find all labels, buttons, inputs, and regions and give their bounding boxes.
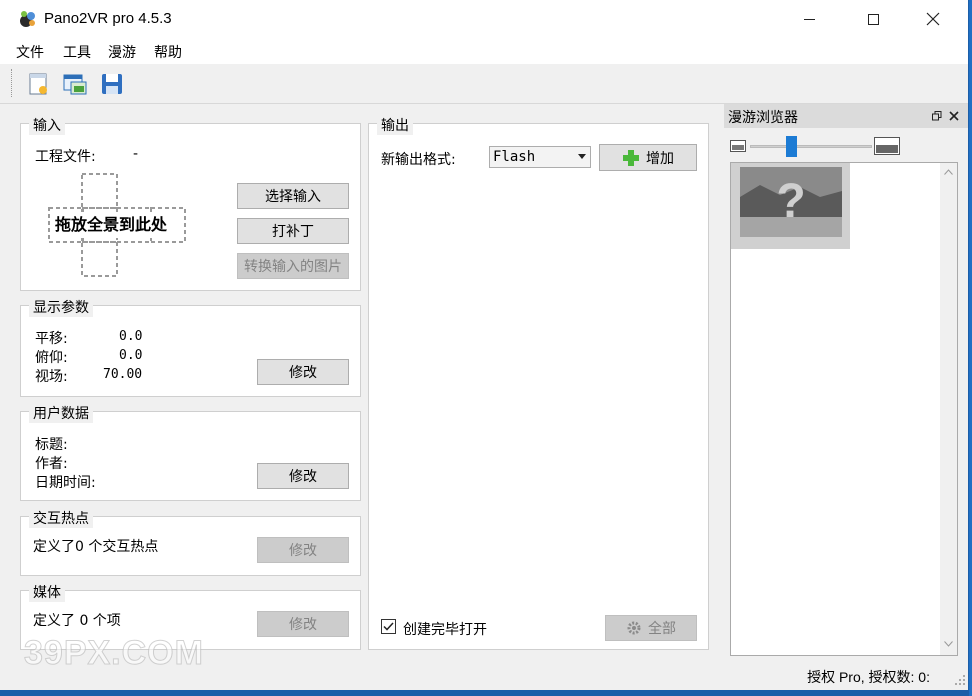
checkmark-icon xyxy=(383,622,394,631)
user-data-group: 用户数据 标题: 作者: 日期时间: 修改 xyxy=(20,403,361,501)
add-output-button[interactable]: 增加 xyxy=(599,144,697,171)
user-data-title: 用户数据 xyxy=(29,403,93,423)
license-status: 授权 Pro, 授权数: 0: xyxy=(807,669,930,685)
toolbar-grip[interactable] xyxy=(11,69,14,97)
thumbnail-size-slider[interactable] xyxy=(750,145,872,148)
datetime-field-label: 日期时间: xyxy=(35,475,96,491)
display-params-title: 显示参数 xyxy=(29,297,93,317)
drop-zone-text: 拖放全景到此处 xyxy=(55,215,168,234)
maximize-icon xyxy=(867,13,879,25)
scroll-up-icon[interactable] xyxy=(944,169,953,175)
tour-list-scrollbar[interactable] xyxy=(940,163,957,655)
patch-button[interactable]: 打补丁 xyxy=(237,218,349,244)
hotspots-group: 交互热点 定义了0 个交互热点 修改 xyxy=(20,508,361,576)
input-group-title: 输入 xyxy=(29,115,65,135)
tilt-label: 俯仰: xyxy=(35,350,68,366)
media-modify-button[interactable]: 修改 xyxy=(257,611,349,637)
input-group: 输入 工程文件: - 拖放全景到此处 选择输入 打补丁 转换输入的图片 xyxy=(20,115,361,291)
title-bar[interactable]: Pano2VR pro 4.5.3 xyxy=(0,0,968,38)
build-all-label: 全部 xyxy=(648,621,676,637)
output-title: 输出 xyxy=(377,115,413,135)
small-thumbnail-icon xyxy=(730,140,746,152)
media-summary: 定义了 0 个项 xyxy=(33,613,121,629)
toolbar xyxy=(0,64,968,104)
fov-label: 视场: xyxy=(35,369,68,385)
fov-value: 70.00 xyxy=(103,367,143,382)
maximize-button[interactable] xyxy=(850,0,896,38)
float-panel-icon[interactable] xyxy=(932,111,942,121)
build-all-button[interactable]: 全部 xyxy=(605,615,697,641)
resize-grip-icon[interactable] xyxy=(954,674,966,686)
app-window: Pano2VR pro 4.5.3 文件 工具 漫游 帮助 输入 工程文件: -… xyxy=(0,0,968,690)
display-params-group: 显示参数 平移: 0.0 俯仰: 0.0 视场: 70.00 修改 xyxy=(20,297,361,397)
menu-file[interactable]: 文件 xyxy=(16,42,44,62)
menu-help[interactable]: 帮助 xyxy=(154,42,182,62)
tour-browser-title: 漫游浏览器 xyxy=(728,110,798,126)
convert-input-button[interactable]: 转换输入的图片 xyxy=(237,253,349,279)
menu-tour[interactable]: 漫游 xyxy=(108,42,136,62)
title-field-label: 标题: xyxy=(35,437,68,453)
display-modify-button[interactable]: 修改 xyxy=(257,359,349,385)
tour-node-item[interactable]: ? xyxy=(731,163,850,249)
close-button[interactable] xyxy=(910,0,956,38)
close-icon xyxy=(926,12,940,26)
pan-label: 平移: xyxy=(35,331,68,347)
select-input-button[interactable]: 选择输入 xyxy=(237,183,349,209)
large-thumbnail-icon xyxy=(874,137,900,155)
menu-tools[interactable]: 工具 xyxy=(63,42,91,62)
tour-browser-header: 漫游浏览器 xyxy=(724,104,968,128)
author-field-label: 作者: xyxy=(35,456,68,472)
app-logo-icon xyxy=(20,11,35,27)
menu-bar: 文件 工具 漫游 帮助 xyxy=(0,38,968,64)
minimize-icon xyxy=(803,18,815,20)
close-panel-icon[interactable] xyxy=(949,111,959,121)
output-format-value: Flash xyxy=(493,149,536,165)
slider-thumb[interactable] xyxy=(786,136,797,157)
open-project-icon[interactable] xyxy=(62,71,88,97)
pan-value: 0.0 xyxy=(119,329,143,344)
output-format-select[interactable]: Flash xyxy=(489,146,591,168)
tour-node-list[interactable]: ? xyxy=(730,162,958,656)
chevron-down-icon xyxy=(578,154,586,159)
userdata-modify-button[interactable]: 修改 xyxy=(257,463,349,489)
save-icon[interactable] xyxy=(99,71,125,97)
media-title: 媒体 xyxy=(29,582,65,602)
svg-text:?: ? xyxy=(776,175,805,228)
gear-icon xyxy=(627,621,641,635)
hotspots-summary: 定义了0 个交互热点 xyxy=(33,539,159,555)
new-project-icon[interactable] xyxy=(26,71,52,97)
scroll-down-icon[interactable] xyxy=(944,641,953,647)
output-format-label: 新输出格式: xyxy=(381,152,456,168)
add-output-label: 增加 xyxy=(646,150,674,167)
plus-icon xyxy=(623,149,639,166)
window-title: Pano2VR pro 4.5.3 xyxy=(44,10,172,27)
tilt-value: 0.0 xyxy=(119,348,143,363)
project-file-label: 工程文件: xyxy=(35,149,96,165)
hotspots-modify-button[interactable]: 修改 xyxy=(257,537,349,563)
open-after-checkbox[interactable] xyxy=(381,619,396,634)
open-after-label: 创建完毕打开 xyxy=(403,622,487,638)
minimize-button[interactable] xyxy=(786,0,832,38)
hotspots-title: 交互热点 xyxy=(29,508,93,528)
watermark: 39PX.COM xyxy=(24,634,204,673)
main-pane: 输入 工程文件: - 拖放全景到此处 选择输入 打补丁 转换输入的图片 显示参数… xyxy=(8,106,720,662)
project-file-value: - xyxy=(133,146,139,162)
tour-browser-panel: 漫游浏览器 ? xyxy=(724,104,968,662)
output-group: 输出 新输出格式: Flash 增加 创建完毕打开 全部 xyxy=(368,115,709,650)
placeholder-thumbnail-icon: ? xyxy=(740,167,842,237)
